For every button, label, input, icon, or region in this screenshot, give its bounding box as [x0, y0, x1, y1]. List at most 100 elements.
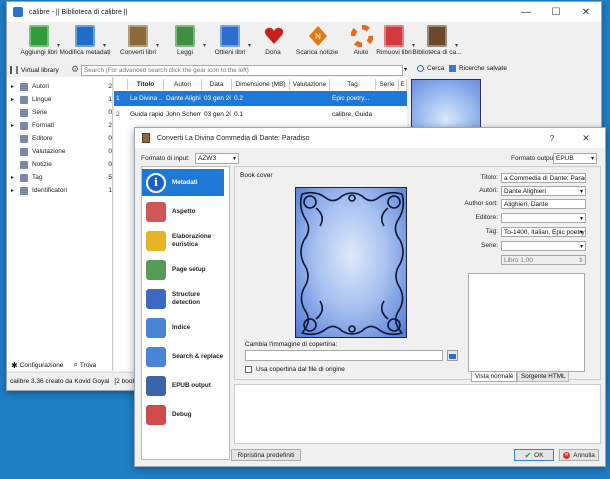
column-header[interactable]: Serie [376, 79, 399, 90]
tab-normal-view[interactable]: Vista normale [471, 372, 518, 382]
tag-browser-item[interactable]: Valutazione 0 [11, 145, 112, 158]
category-item[interactable]: EPUB output [142, 372, 224, 399]
column-header[interactable]: Valutazione [290, 79, 330, 90]
tag-browser-item[interactable]: ▸ Lingue 1 [11, 93, 112, 106]
heuristics-icon [146, 230, 166, 251]
category-item[interactable]: Elaborazione euristica [142, 227, 224, 254]
tab-html-source[interactable]: Sorgente HTML [517, 372, 570, 382]
dropdown-arrow-icon[interactable]: ▾ [580, 188, 583, 195]
column-header[interactable] [114, 79, 128, 90]
cover-path-input[interactable] [245, 350, 443, 361]
category-item[interactable]: Page setup [142, 256, 224, 283]
ok-button[interactable]: ✔ OK [514, 449, 554, 461]
dropdown-arrow-icon[interactable]: ▾ [580, 229, 583, 236]
category-item[interactable]: Structure detection [142, 285, 224, 312]
expand-arrow-icon[interactable]: ▸ [11, 187, 18, 194]
output-format-select[interactable]: EPUB ▾ [553, 153, 597, 164]
column-header[interactable]: E [399, 79, 407, 90]
series-field[interactable]: ▾ [501, 241, 586, 251]
virtual-library-button[interactable]: Virtual library [10, 65, 59, 75]
saved-search-icon [449, 65, 456, 72]
category-item[interactable]: Indice [142, 314, 224, 341]
table-cell [378, 91, 398, 105]
toolbar-menu-arrow-icon[interactable]: ▾ [455, 42, 463, 49]
publisher-field[interactable]: ▾ [501, 213, 586, 223]
remove-books-icon [384, 25, 404, 47]
expand-arrow-icon[interactable]: ▸ [11, 174, 18, 181]
dialog-help-button[interactable]: ? [537, 128, 567, 148]
close-window-button[interactable]: ✕ [571, 2, 601, 22]
column-header[interactable]: Autori [164, 79, 202, 90]
formats-icon [20, 121, 28, 130]
series-icon [20, 108, 28, 117]
author-sort-field[interactable]: Alighieri, Dante [501, 199, 586, 209]
search-bar-row: Virtual library ⚙ Search (For advanced s… [7, 63, 409, 77]
category-item[interactable]: Aspetto [142, 198, 224, 225]
table-cell: 03 gen 2019 [204, 94, 231, 102]
dialog-close-button[interactable]: ✕ [571, 128, 601, 148]
field-label: Serie: [481, 242, 498, 249]
field-label: Tag: [485, 228, 498, 235]
column-header[interactable]: Dimensione (MB) [232, 79, 290, 90]
output-format-label: Formato output: [511, 155, 557, 162]
use-source-cover-row[interactable]: Usa copertina dal file di origine [245, 366, 345, 373]
category-item[interactable]: Debug [142, 401, 224, 428]
configure-button[interactable]: ✱ Configurazione [11, 361, 63, 370]
saved-searches-button[interactable]: Ricerche salvate [449, 65, 507, 72]
tag-browser-item[interactable]: ▸ Tag 5 [11, 171, 112, 184]
main-titlebar: calibre - || Biblioteca di calibre || — … [7, 2, 601, 22]
table-cell: 2 [116, 110, 120, 118]
table-cell: 1 [116, 94, 120, 102]
tags-field[interactable]: To-1400, Italian, Epic poetry ▾ [501, 227, 586, 237]
tag-browser-item[interactable]: Editore 0 [11, 132, 112, 145]
tag-browser-item[interactable]: ▸ Autori 2 [11, 80, 112, 93]
column-header[interactable]: Data [202, 79, 232, 90]
minimize-button[interactable]: — [511, 2, 541, 22]
table-cell [378, 107, 398, 121]
search-dropdown-icon[interactable]: ▾ [404, 66, 407, 73]
tag-browser-item[interactable]: ▸ Identificatori 1 [11, 184, 112, 197]
cancel-button[interactable]: ✕ Annulla [559, 449, 599, 461]
category-item[interactable]: Search & replace [142, 343, 224, 370]
book-cover-image[interactable] [295, 187, 407, 338]
maximize-button[interactable]: ☐ [541, 2, 571, 22]
dropdown-arrow-icon[interactable]: ▾ [580, 215, 583, 222]
toolbar-label: Scarica notizie [295, 49, 339, 56]
table-cell: John Schember [166, 110, 201, 118]
status-text: calibre 3.36 creato da Kovid Goyal [10, 378, 110, 385]
column-header[interactable]: Tag [330, 79, 376, 90]
category-label: Aspetto [172, 207, 196, 215]
convert-dialog-icon [142, 133, 150, 143]
category-item[interactable]: i Metadati [142, 169, 224, 196]
library-icon [427, 25, 447, 47]
column-header[interactable]: Titolo [128, 79, 164, 90]
expand-arrow-icon[interactable]: ▸ [11, 96, 18, 103]
dialog-titlebar: Converti La Divina Commedia di Dante: Pa… [135, 128, 605, 148]
toolbar-label: Leggi [177, 49, 193, 56]
change-cover-label: Cambia l'immagine di copertina: [245, 341, 338, 348]
tag-browser-item-count: 0 [108, 135, 112, 142]
tag-browser-item-count: 5 [108, 174, 112, 181]
tag-browser-item[interactable]: Serie 0 [11, 106, 112, 119]
input-format-select[interactable]: AZW3 ▾ [195, 153, 239, 164]
expand-arrow-icon[interactable]: ▸ [11, 83, 18, 90]
spin-arrows-icon[interactable]: ⇕ [578, 257, 583, 264]
comments-editor[interactable] [468, 273, 585, 372]
restore-defaults-button[interactable]: Ripristina predefiniti [231, 449, 301, 461]
title-field[interactable]: a Commedia di Dante: Paradiso [501, 173, 586, 183]
tag-browser-item[interactable]: ▸ Formati 2 [11, 119, 112, 132]
toolbar-label: Ottieni libri [214, 49, 246, 56]
use-source-cover-checkbox[interactable] [245, 366, 252, 373]
browse-cover-button[interactable] [447, 350, 458, 361]
search-button[interactable]: Cerca [417, 65, 444, 72]
expand-arrow-icon[interactable]: ▸ [11, 122, 18, 129]
search-gear-icon[interactable]: ⚙ [71, 64, 79, 75]
find-button[interactable]: ⌕ Trova [73, 360, 96, 370]
dropdown-arrow-icon[interactable]: ▾ [580, 243, 583, 250]
search-input[interactable]: Search (For advanced search click the ge… [81, 65, 403, 76]
series-index-field[interactable]: Libro 1,00 ⇕ [501, 255, 586, 265]
field-label: Autori: [479, 187, 498, 194]
authors-field[interactable]: Dante Alighieri ▾ [501, 186, 586, 196]
tag-browser-item[interactable]: Notizie 0 [11, 158, 112, 171]
news-icon: N [307, 25, 327, 47]
